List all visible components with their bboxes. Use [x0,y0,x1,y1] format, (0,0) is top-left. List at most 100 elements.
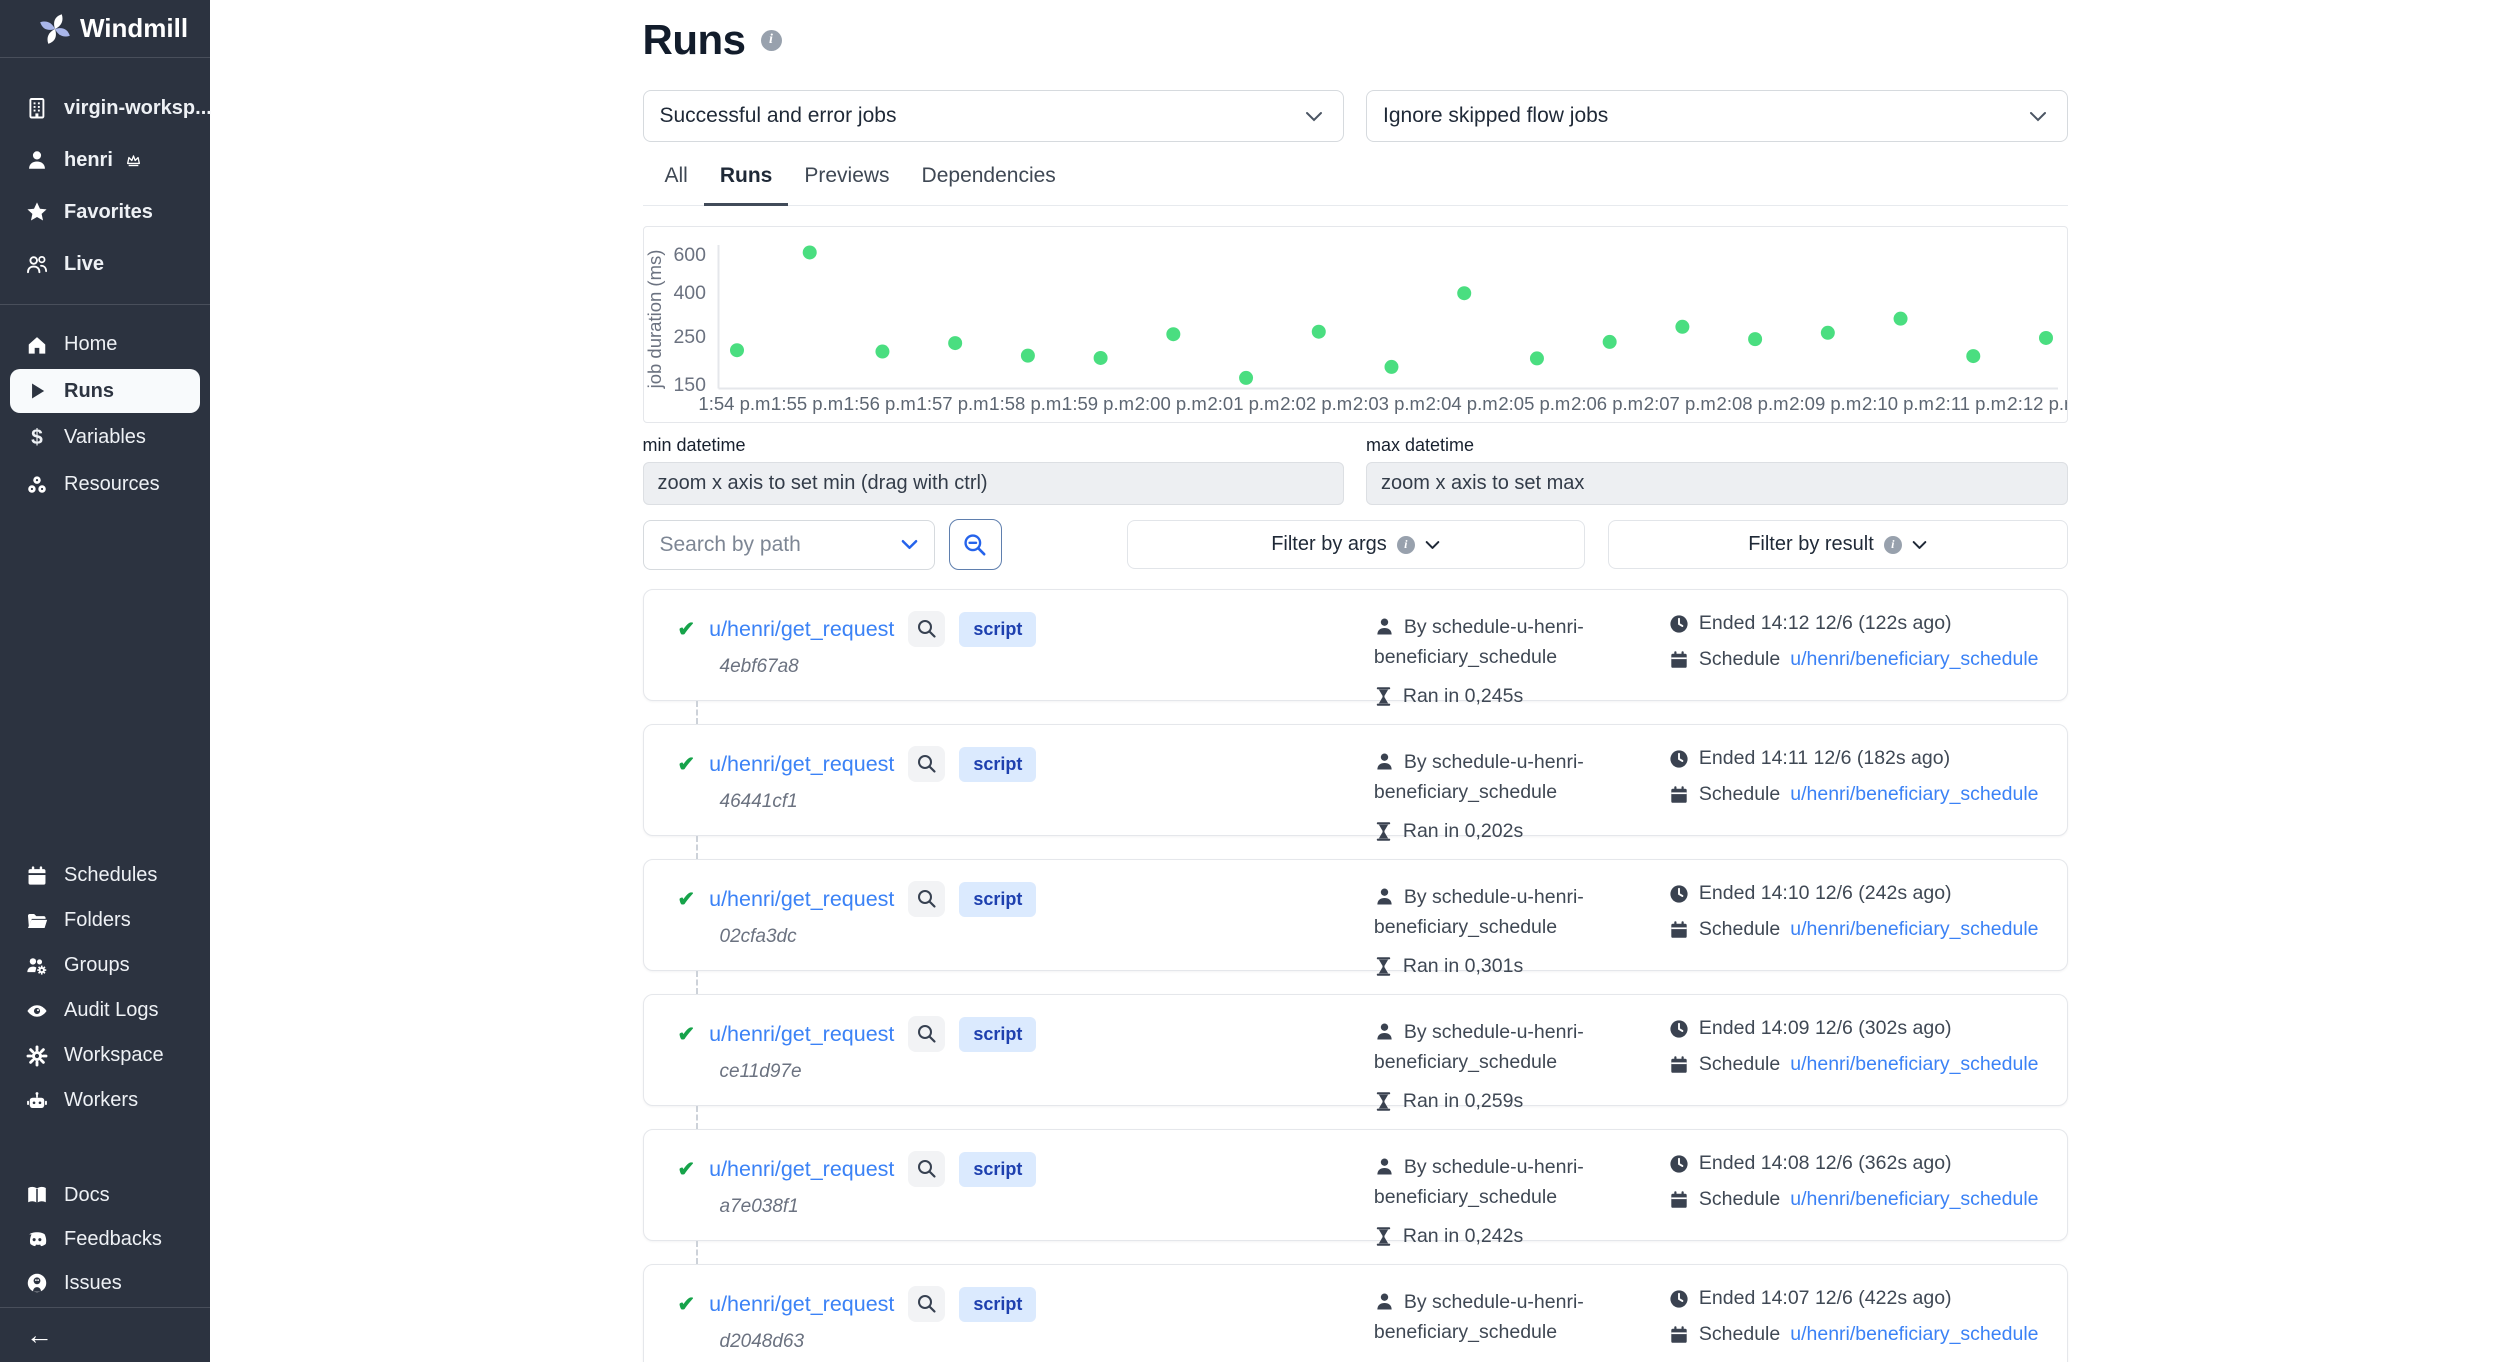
sidebar-spacer [0,508,210,853]
run-path-link[interactable]: u/henri/get_request [709,1022,894,1047]
run-inspect-button[interactable] [908,1151,945,1187]
sidebar-item-user[interactable]: henri [0,134,210,186]
min-datetime-input[interactable] [643,462,1345,505]
filter-by-args-button[interactable]: Filter by args i [1127,520,1585,569]
tab-previews[interactable]: Previews [788,164,905,205]
sidebar-item-docs[interactable]: Docs [0,1173,210,1217]
user-name: henri [64,149,113,172]
run-kind-badge: script [959,1152,1036,1187]
sidebar-item-favorites[interactable]: Favorites [0,186,210,238]
sidebar-item-schedules[interactable]: Schedules [0,853,210,898]
live-label: Live [64,253,104,276]
sidebar-item-feedbacks[interactable]: Feedbacks [0,1217,210,1261]
filter-result-label: Filter by result [1748,533,1874,556]
svg-text:2:05 p.m.: 2:05 p.m. [1498,393,1575,414]
svg-text:2:00 p.m.: 2:00 p.m. [1134,393,1211,414]
run-schedule: Schedule u/henri/beneficiary_schedule [1669,918,2039,941]
job-duration-chart[interactable]: 600400250150job duration (ms)1:54 p.m.1:… [643,226,2068,423]
skipped-flow-filter-select[interactable]: Ignore skipped flow jobs [1366,90,2068,142]
run-inspect-button[interactable] [908,611,945,647]
sidebar-item-workspace-switcher[interactable]: virgin-worksp... [0,82,210,134]
clock-icon [1669,1154,1689,1174]
run-path-link[interactable]: u/henri/get_request [709,752,894,777]
schedule-path-link[interactable]: u/henri/beneficiary_schedule [1790,1323,2038,1346]
feedbacks-label: Feedbacks [64,1228,162,1251]
svg-text:250: 250 [673,326,706,348]
run-card[interactable]: ✔ u/henri/get_request script 46441cf1 By… [643,724,2068,836]
run-card[interactable]: ✔ u/henri/get_request script ce11d97e By… [643,994,2068,1106]
run-path-link[interactable]: u/henri/get_request [709,887,894,912]
run-connector [696,1106,698,1129]
github-icon [26,1272,48,1294]
sidebar-item-live[interactable]: Live [0,238,210,290]
sidebar-item-audit-logs[interactable]: Audit Logs [0,988,210,1033]
run-kind-badge: script [959,612,1036,647]
run-inspect-button[interactable] [908,1286,945,1322]
run-id: a7e038f1 [720,1196,1374,1218]
schedule-path-link[interactable]: u/henri/beneficiary_schedule [1790,783,2038,806]
chevron-down-icon [2029,111,2047,122]
tab-dependencies[interactable]: Dependencies [906,164,1072,205]
job-completion-filter-select[interactable]: Successful and error jobs [643,90,1345,142]
run-card[interactable]: ✔ u/henri/get_request script d2048d63 By… [643,1264,2068,1362]
min-datetime-label: min datetime [643,435,1345,456]
magnifier-icon [916,618,938,640]
svg-text:2:02 p.m.: 2:02 p.m. [1280,393,1357,414]
schedule-path-link[interactable]: u/henri/beneficiary_schedule [1790,1053,2038,1076]
collapse-sidebar-button[interactable]: ← [0,1307,210,1362]
max-datetime-input[interactable] [1366,462,2068,505]
zoom-out-search-button[interactable] [949,519,1002,570]
run-connector [696,971,698,994]
run-id: d2048d63 [720,1331,1374,1353]
tab-all[interactable]: All [649,164,704,205]
schedule-path-link[interactable]: u/henri/beneficiary_schedule [1790,648,2038,671]
schedule-path-link[interactable]: u/henri/beneficiary_schedule [1790,1188,2038,1211]
sidebar-item-issues[interactable]: Issues [0,1261,210,1305]
run-path-link[interactable]: u/henri/get_request [709,617,894,642]
runs-kind-tabs: All Runs Previews Dependencies [643,164,2068,206]
run-inspect-button[interactable] [908,746,945,782]
scatter-plot: 600400250150job duration (ms)1:54 p.m.1:… [644,227,2067,420]
clock-icon [1669,884,1689,904]
sidebar-item-variables[interactable]: $ Variables [0,414,210,461]
run-schedule: Schedule u/henri/beneficiary_schedule [1669,648,2039,671]
groups-icon [26,955,48,977]
info-icon[interactable]: i [761,30,782,51]
discord-icon [26,1228,48,1250]
robot-icon [26,1090,48,1112]
sidebar-item-workers[interactable]: Workers [0,1078,210,1123]
magnifier-icon [916,1158,938,1180]
sidebar-item-groups[interactable]: Groups [0,943,210,988]
svg-text:2:09 p.m.: 2:09 p.m. [1789,393,1866,414]
run-path-link[interactable]: u/henri/get_request [709,1292,894,1317]
run-duration: Ran in 0,259s [1374,1090,1669,1113]
calendar-icon [1669,920,1689,940]
success-check-icon: ✔ [678,1157,696,1182]
tab-runs[interactable]: Runs [704,164,789,206]
svg-text:2:04 p.m.: 2:04 p.m. [1425,393,1502,414]
sidebar-item-runs[interactable]: Runs [10,369,200,413]
run-card[interactable]: ✔ u/henri/get_request script 02cfa3dc By… [643,859,2068,971]
users-icon [26,253,48,275]
run-path-link[interactable]: u/henri/get_request [709,1157,894,1182]
sidebar-item-resources[interactable]: Resources [0,461,210,508]
hourglass-icon [1374,956,1393,977]
sidebar-item-home[interactable]: Home [0,321,210,368]
run-id: 4ebf67a8 [720,656,1374,678]
app-logo[interactable]: Windmill [0,0,210,58]
run-inspect-button[interactable] [908,1016,945,1052]
person-icon [1374,1291,1395,1312]
crown-icon [125,153,142,168]
user-icon [26,149,48,171]
sidebar-item-folders[interactable]: Folders [0,898,210,943]
favorites-label: Favorites [64,201,153,224]
run-inspect-button[interactable] [908,881,945,917]
filter-by-result-button[interactable]: Filter by result i [1608,520,2068,569]
run-card[interactable]: ✔ u/henri/get_request script a7e038f1 By… [643,1129,2068,1241]
run-triggered-by: By schedule-u-henri-beneficiary_schedule [1374,1017,1642,1077]
run-schedule: Schedule u/henri/beneficiary_schedule [1669,1323,2039,1346]
run-card[interactable]: ✔ u/henri/get_request script 4ebf67a8 By… [643,589,2068,701]
search-by-path-select[interactable]: Search by path [643,520,935,570]
sidebar-item-workspace-settings[interactable]: Workspace [0,1033,210,1078]
schedule-path-link[interactable]: u/henri/beneficiary_schedule [1790,918,2038,941]
